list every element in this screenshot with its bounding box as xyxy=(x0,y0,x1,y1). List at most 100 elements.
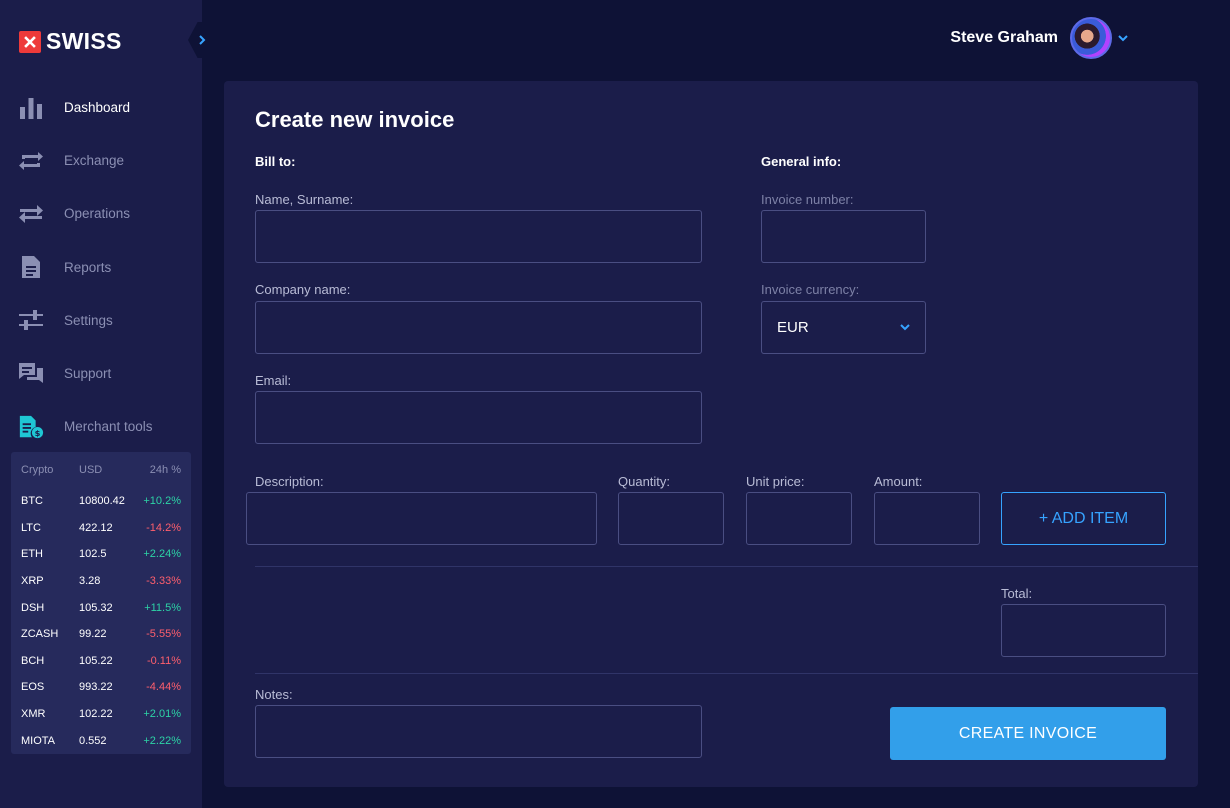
currency-select[interactable]: EUR xyxy=(761,301,926,354)
ticker-price: 993.22 xyxy=(79,681,113,694)
brand-name: SWISS xyxy=(46,28,122,54)
ticker-symbol: LTC xyxy=(21,521,41,534)
ticker-row: ZCASH 99.22 -5.55% xyxy=(21,621,181,648)
ticker-header: Crypto USD 24h % xyxy=(21,452,181,488)
bar-chart-icon xyxy=(18,95,44,121)
ticker-row: LTC 422.12 -14.2% xyxy=(21,515,181,542)
chevron-down-icon xyxy=(900,324,910,331)
total-field[interactable] xyxy=(1001,604,1166,657)
chevron-right-icon xyxy=(199,35,206,45)
exchange-icon xyxy=(18,148,44,174)
ticker-change: -3.33% xyxy=(146,575,181,588)
company-label: Company name: xyxy=(255,282,351,297)
sidebar-item-label: Settings xyxy=(64,312,113,328)
sidebar-item-exchange[interactable]: Exchange xyxy=(0,134,202,187)
company-field[interactable] xyxy=(255,301,702,354)
ticker-price: 105.32 xyxy=(79,601,113,614)
currency-value: EUR xyxy=(777,319,809,336)
ticker-symbol: BTC xyxy=(21,495,43,508)
svg-text:$: $ xyxy=(35,428,41,438)
general-info-heading: General info: xyxy=(761,154,842,169)
ticker-change: +10.2% xyxy=(143,495,181,508)
sidebar-item-label: Operations xyxy=(64,206,131,222)
sliders-icon xyxy=(18,307,44,333)
ticker-row: BTC 10800.42 +10.2% xyxy=(21,488,181,515)
ticker-change: +2.22% xyxy=(143,734,181,747)
invoice-number-label: Invoice number: xyxy=(761,192,854,207)
sidebar-item-support[interactable]: Support xyxy=(0,347,202,400)
divider xyxy=(255,673,1198,674)
sidebar-item-reports[interactable]: Reports xyxy=(0,241,202,294)
ticker-price: 102.22 xyxy=(79,708,113,721)
sidebar-item-label: Exchange xyxy=(64,153,125,169)
description-field[interactable] xyxy=(246,492,597,545)
ticker-change: +2.01% xyxy=(143,708,181,721)
ticker-price: 3.28 xyxy=(79,575,101,588)
ticker-price: 0.552 xyxy=(79,734,107,747)
ticker-symbol: ETH xyxy=(21,548,43,561)
sidebar-nav: Dashboard Exchange Operations Reports Se… xyxy=(0,81,202,453)
email-label: Email: xyxy=(255,373,292,388)
ticker-row: EOS 993.22 -4.44% xyxy=(21,674,181,701)
ticker-symbol: BCH xyxy=(21,654,45,667)
name-label: Name, Surname: xyxy=(255,192,354,207)
sidebar-item-settings[interactable]: Settings xyxy=(0,294,202,347)
sidebar-item-merchant-tools[interactable]: $ Merchant tools xyxy=(0,400,202,453)
ticker-symbol: DSH xyxy=(21,601,45,614)
invoice-number-field[interactable] xyxy=(761,210,926,263)
ticker-col-change: 24h % xyxy=(149,464,181,476)
divider xyxy=(255,566,1198,567)
quantity-field[interactable] xyxy=(618,492,724,545)
amount-label: Amount: xyxy=(874,474,923,489)
quantity-label: Quantity: xyxy=(618,474,671,489)
ticker-change: -5.55% xyxy=(146,628,181,641)
ticker-symbol: XRP xyxy=(21,575,44,588)
sidebar-item-label: Reports xyxy=(64,259,112,275)
ticker-row: ETH 102.5 +2.24% xyxy=(21,541,181,568)
ticker-row: BCH 105.22 -0.11% xyxy=(21,648,181,675)
ticker-change: -4.44% xyxy=(146,681,181,694)
swiss-cross-icon xyxy=(19,30,41,53)
document-icon xyxy=(18,254,44,280)
ticker-change: -0.11% xyxy=(146,654,181,667)
page-title: Create new invoice xyxy=(255,107,455,132)
brand-logo[interactable]: SWISS xyxy=(19,28,122,55)
chevron-down-icon[interactable] xyxy=(1118,34,1128,42)
ticker-price: 10800.42 xyxy=(79,495,125,508)
add-item-button[interactable]: + ADD ITEM xyxy=(1001,492,1166,545)
ticker-price: 422.12 xyxy=(79,521,113,534)
currency-label: Invoice currency: xyxy=(761,282,860,297)
ticker-change: +11.5% xyxy=(144,601,181,614)
ticker-change: +2.24% xyxy=(143,548,181,561)
ticker-change: -14.2% xyxy=(146,521,181,534)
ticker-price: 99.22 xyxy=(79,628,107,641)
sidebar: SWISS Dashboard Exchange Operations Repo… xyxy=(0,0,202,808)
sidebar-item-label: Dashboard xyxy=(64,100,131,116)
bill-to-heading: Bill to: xyxy=(255,154,296,169)
sidebar-item-label: Support xyxy=(64,366,112,382)
invoice-panel: Create new invoice Bill to: General info… xyxy=(224,81,1198,787)
name-field[interactable] xyxy=(255,210,702,263)
crypto-ticker: Crypto USD 24h % BTC 10800.42 +10.2% LTC 42… xyxy=(11,452,191,754)
ticker-symbol: XMR xyxy=(21,708,46,721)
user-menu[interactable]: Steve Graham xyxy=(950,17,1128,59)
sidebar-item-dashboard[interactable]: Dashboard xyxy=(0,81,202,134)
sidebar-item-operations[interactable]: Operations xyxy=(0,187,202,240)
total-label: Total: xyxy=(1001,586,1033,601)
amount-field[interactable] xyxy=(874,492,980,545)
create-invoice-button[interactable]: CREATE INVOICE xyxy=(890,707,1166,760)
email-field[interactable] xyxy=(255,391,702,444)
ticker-row: MIOTA 0.552 +2.22% xyxy=(21,727,181,754)
ticker-col-crypto: Crypto xyxy=(21,464,54,476)
user-name: Steve Graham xyxy=(950,29,1058,46)
ticker-row: XRP 3.28 -3.33% xyxy=(21,568,181,595)
avatar[interactable] xyxy=(1070,17,1112,59)
ticker-row: DSH 105.32 +11.5% xyxy=(21,594,181,621)
unit-price-label: Unit price: xyxy=(746,474,805,489)
ticker-symbol: MIOTA xyxy=(21,734,56,747)
unit-price-field[interactable] xyxy=(746,492,852,545)
notes-field[interactable] xyxy=(255,705,702,758)
sidebar-item-label: Merchant tools xyxy=(64,419,153,435)
ticker-col-usd: USD xyxy=(79,464,103,476)
ticker-price: 102.5 xyxy=(79,548,107,561)
